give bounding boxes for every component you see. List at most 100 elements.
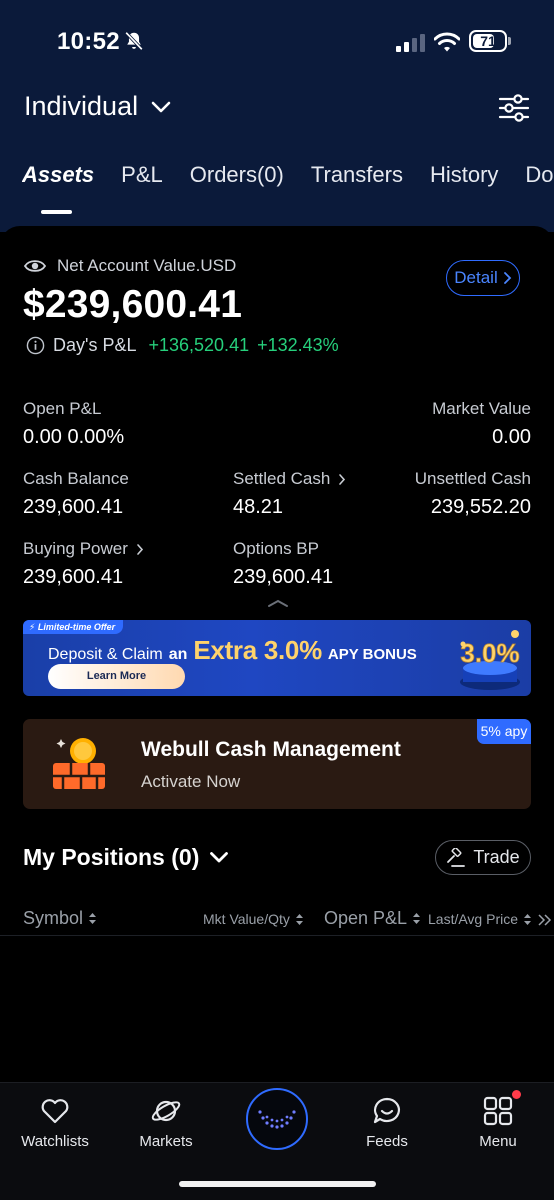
- days-pl-percent: +132.43%: [257, 335, 339, 355]
- limited-time-ribbon: ⚡ Limited-time Offer: [23, 620, 124, 634]
- double-chevron-right-icon[interactable]: [538, 914, 552, 926]
- webull-center-button[interactable]: [246, 1088, 308, 1150]
- chevron-right-icon: [503, 272, 512, 284]
- sort-icon: [524, 913, 532, 925]
- collapse-chevron-icon[interactable]: [266, 597, 290, 609]
- nav-feeds-label: Feeds: [366, 1133, 408, 1150]
- days-pl-label: Day's P&L: [53, 335, 137, 355]
- nav-watchlists-label: Watchlists: [21, 1133, 89, 1150]
- chat-bubble-icon: [373, 1097, 400, 1124]
- status-bar: 10:52 71: [0, 0, 554, 82]
- cash-management-card[interactable]: 5% apy Webull Cash Management Activate N…: [23, 719, 531, 809]
- tab-assets[interactable]: Assets: [22, 162, 94, 188]
- account-selector[interactable]: Individual: [24, 91, 172, 122]
- cash-balance-label: Cash Balance: [23, 469, 129, 488]
- chevron-right-icon: [137, 543, 143, 555]
- svg-text:3.0%: 3.0%: [460, 638, 519, 668]
- settled-cash-metric[interactable]: Settled Cash 48.21: [233, 469, 346, 519]
- trade-label: Trade: [473, 847, 520, 867]
- open-pl-metric: Open P&L 0.00 0.00%: [23, 399, 124, 449]
- unsettled-cash-label: Unsettled Cash: [414, 469, 531, 488]
- column-open-pl-label: Open P&L: [324, 908, 408, 928]
- column-symbol-label: Symbol: [23, 908, 84, 928]
- cash-management-title: Webull Cash Management: [141, 738, 401, 761]
- nav-menu[interactable]: Menu: [453, 1095, 543, 1150]
- sort-icon: [295, 913, 303, 925]
- net-account-value-label: Net Account Value.USD: [24, 256, 236, 276]
- column-symbol[interactable]: Symbol: [23, 908, 97, 929]
- sort-icon: [413, 913, 421, 924]
- cash-balance-metric: Cash Balance 239,600.41: [23, 469, 129, 519]
- wifi-icon: [434, 32, 460, 52]
- positions-column-headers: Symbol Mkt Value/Qty Open P&L Last/Avg P…: [0, 906, 554, 936]
- tab-pl[interactable]: P&L: [121, 162, 163, 188]
- buying-power-label: Buying Power: [23, 539, 128, 558]
- eye-icon[interactable]: [24, 258, 46, 274]
- tab-documents[interactable]: Do: [525, 162, 553, 188]
- buying-power-value: 239,600.41: [23, 566, 124, 588]
- market-value-label: Market Value: [432, 399, 531, 418]
- unsettled-cash-metric: Unsettled Cash 239,552.20: [415, 469, 531, 519]
- battery-cap: [508, 37, 511, 45]
- unsettled-cash-value: 239,552.20: [430, 496, 531, 518]
- open-pl-label: Open P&L: [23, 399, 102, 418]
- cash-balance-value: 239,600.41: [23, 496, 124, 518]
- options-bp-metric: Options BP 239,600.41: [233, 539, 333, 589]
- heart-icon: [41, 1099, 69, 1124]
- menu-notification-dot: [512, 1090, 521, 1099]
- nav-feeds[interactable]: Feeds: [342, 1095, 432, 1150]
- settled-cash-value: 48.21: [233, 496, 284, 518]
- battery-percent: 71: [480, 33, 496, 49]
- chevron-down-icon: [151, 101, 171, 112]
- nav-markets[interactable]: Markets: [121, 1095, 211, 1150]
- apy-podium-badge-icon: 3.0%: [460, 630, 520, 690]
- column-last-avg-label: Last/Avg Price: [428, 911, 519, 927]
- learn-more-button[interactable]: Learn More: [48, 664, 185, 689]
- tab-history[interactable]: History: [430, 162, 498, 188]
- positions-header[interactable]: My Positions (0): [23, 844, 229, 871]
- apy-badge: 5% apy: [477, 719, 531, 744]
- promo-text-1: Deposit & Claim: [48, 646, 163, 663]
- open-pl-value: 0.00 0.00%: [23, 426, 125, 448]
- account-tabs: Assets P&L Orders(0) Transfers History Do: [22, 162, 554, 202]
- options-bp-value: 239,600.41: [233, 566, 334, 588]
- detail-label: Detail: [454, 268, 498, 287]
- chevron-right-icon: [339, 473, 346, 485]
- webull-logo-icon: [258, 1110, 296, 1129]
- filter-settings-icon[interactable]: [498, 94, 530, 122]
- promo-text-4: APY BONUS: [327, 646, 417, 663]
- column-last-avg-price[interactable]: Last/Avg Price: [428, 911, 532, 927]
- tab-orders[interactable]: Orders(0): [190, 162, 284, 188]
- promo-text-3: Extra 3.0%: [193, 635, 322, 665]
- gavel-icon: [447, 847, 466, 867]
- column-open-pl[interactable]: Open P&L: [324, 908, 421, 929]
- column-mkt-value-label: Mkt Value/Qty: [203, 911, 290, 927]
- sort-icon: [89, 913, 97, 924]
- status-time: 10:52: [57, 28, 120, 55]
- tab-transfers[interactable]: Transfers: [311, 162, 403, 188]
- chevron-down-icon: [210, 852, 229, 863]
- nav-menu-label: Menu: [479, 1133, 517, 1150]
- promo-headline: Deposit & Claim an Extra 3.0% APY BONUS: [48, 635, 417, 666]
- cellular-signal-icon: [396, 34, 425, 52]
- active-tab-indicator: [41, 210, 72, 214]
- column-mkt-value[interactable]: Mkt Value/Qty: [203, 911, 304, 927]
- activate-now-link[interactable]: Activate Now: [141, 772, 240, 792]
- detail-button[interactable]: Detail: [446, 260, 520, 296]
- buying-power-metric[interactable]: Buying Power 239,600.41: [23, 539, 144, 589]
- bell-muted-icon: [125, 31, 143, 51]
- home-indicator[interactable]: [179, 1181, 376, 1187]
- nav-watchlists[interactable]: Watchlists: [10, 1095, 100, 1150]
- promo-text-2: an: [168, 646, 188, 663]
- promo-banner[interactable]: ⚡ Limited-time Offer Deposit & Claim an …: [23, 620, 531, 696]
- positions-title: My Positions (0): [23, 844, 200, 870]
- battery-indicator: 71: [469, 30, 507, 52]
- planet-icon: [151, 1100, 181, 1122]
- coin-brick-icon: [53, 738, 105, 789]
- account-name: Individual: [24, 91, 139, 121]
- info-icon[interactable]: [26, 336, 45, 355]
- days-pl-value: +136,520.41: [148, 335, 250, 355]
- net-account-value-text: Net Account Value.USD: [57, 256, 237, 275]
- trade-button[interactable]: Trade: [435, 840, 531, 875]
- days-pl-row: Day's P&L +136,520.41 +132.43%: [26, 335, 339, 356]
